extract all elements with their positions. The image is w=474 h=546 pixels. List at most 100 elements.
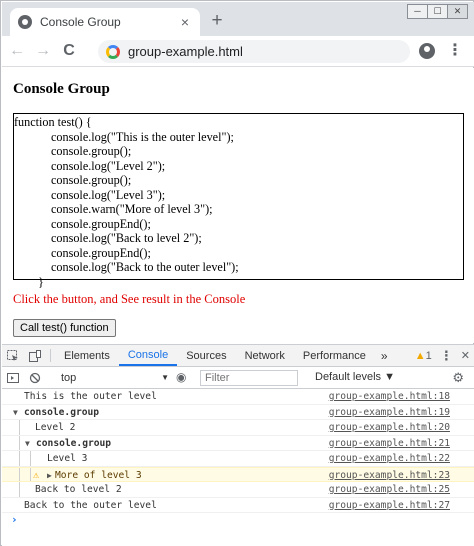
- group-indent-line: [19, 467, 20, 481]
- code-line: console.warn("More of level 3");: [51, 202, 213, 216]
- code-line: }: [38, 274, 44, 289]
- console-output: This is the outer level group-example.ht…: [2, 389, 474, 527]
- eye-icon[interactable]: ◉: [176, 370, 186, 384]
- clear-console-icon[interactable]: [24, 372, 46, 384]
- globe-icon: [18, 15, 32, 29]
- url-text: group-example.html: [128, 44, 243, 59]
- tab-close-icon[interactable]: ×: [178, 15, 192, 29]
- console-warning-message: More of level 3: [55, 469, 142, 481]
- tab-sources[interactable]: Sources: [177, 345, 235, 366]
- console-message: Back to the outer level: [24, 499, 157, 511]
- devtools-right-controls: ▲1 ⋮ ✕: [415, 345, 470, 366]
- forward-button[interactable]: →: [32, 40, 54, 62]
- console-message: This is the outer level: [24, 391, 157, 402]
- code-line: function test() {: [14, 115, 92, 129]
- console-row: Back to the outer level group-example.ht…: [2, 498, 474, 513]
- reload-button[interactable]: C: [58, 40, 80, 62]
- console-group-label: console.group: [24, 406, 100, 418]
- console-message: Level 2: [35, 422, 76, 433]
- filter-input[interactable]: [200, 370, 298, 386]
- console-filter-bar: top ▼ ◉ Default levels ▼ ⚙: [2, 367, 474, 389]
- group-indent-line: [30, 451, 31, 466]
- close-window-button[interactable]: ✕: [447, 4, 468, 19]
- expanded-triangle-icon[interactable]: ▼: [25, 436, 30, 451]
- console-row: Level 3 group-example.html:22: [2, 451, 474, 467]
- code-line: console.group();: [51, 173, 132, 187]
- tab-title: Console Group: [40, 15, 121, 29]
- log-levels-dropdown[interactable]: Default levels ▼: [315, 371, 395, 383]
- source-link[interactable]: group-example.html:25: [329, 482, 450, 497]
- code-line: console.log("Level 2");: [51, 158, 166, 173]
- console-row: Level 2 group-example.html:20: [2, 420, 474, 436]
- code-line: console.log("Back to level 2");: [51, 231, 202, 245]
- tab-strip: Console Group × + ─ ☐ ✕: [2, 2, 474, 36]
- warning-icon: ▲: [414, 349, 426, 362]
- google-icon: [106, 44, 120, 59]
- profile-icon[interactable]: [419, 43, 435, 59]
- source-link[interactable]: group-example.html:23: [329, 468, 450, 483]
- page-content: Console Group function test() { console.…: [2, 68, 474, 343]
- group-indent-line: [19, 451, 20, 466]
- expanded-triangle-icon[interactable]: ▼: [13, 405, 18, 420]
- devtools-close-icon[interactable]: ✕: [461, 349, 470, 362]
- warning-count: 1: [425, 349, 432, 362]
- console-message: Level 3: [47, 453, 88, 464]
- call-test-button[interactable]: Call test() function: [13, 319, 116, 337]
- console-group-row[interactable]: ▼ console.group group-example.html:21: [2, 435, 474, 451]
- console-message: Back to level 2: [35, 484, 122, 495]
- console-row: This is the outer level group-example.ht…: [2, 389, 474, 405]
- tab-network[interactable]: Network: [236, 345, 294, 366]
- tab-console-group[interactable]: Console Group ×: [10, 8, 200, 36]
- context-value: top: [61, 371, 77, 384]
- address-bar[interactable]: group-example.html: [98, 40, 410, 63]
- collapsed-triangle-icon[interactable]: ▶: [47, 468, 52, 483]
- sidebar-toggle-icon[interactable]: [2, 372, 24, 384]
- code-line: console.group();: [51, 144, 132, 158]
- more-tabs-icon[interactable]: »: [375, 345, 394, 366]
- page-title: Console Group: [13, 81, 110, 97]
- device-toolbar-icon[interactable]: [24, 345, 46, 366]
- devtools-tab-bar: Elements Console Sources Network Perform…: [2, 345, 474, 367]
- group-indent-line: [30, 467, 31, 481]
- code-line: console.groupEnd();: [51, 216, 151, 231]
- chevron-down-icon: ▼: [161, 373, 169, 382]
- console-prompt[interactable]: ›: [2, 513, 474, 527]
- divider: [50, 349, 51, 362]
- code-line: console.log("This is the outer level");: [51, 129, 234, 144]
- source-link[interactable]: group-example.html:19: [329, 405, 450, 420]
- console-group-row[interactable]: ▼ console.group group-example.html:19: [2, 405, 474, 420]
- new-tab-button[interactable]: +: [207, 11, 227, 31]
- warning-icon: ⚠: [33, 469, 40, 481]
- instruction-text: Click the button, and See result in the …: [13, 292, 246, 306]
- code-line: console.groupEnd();: [51, 245, 151, 260]
- back-button[interactable]: ←: [6, 40, 28, 62]
- devtools-menu-icon[interactable]: ⋮: [440, 348, 453, 364]
- group-indent-line: [19, 482, 20, 497]
- code-line: console.log("Level 3");: [51, 187, 166, 202]
- maximize-button[interactable]: ☐: [427, 4, 448, 19]
- minimize-button[interactable]: ─: [407, 4, 428, 19]
- group-indent-line: [19, 435, 20, 450]
- code-line: console.log("Back to the outer level");: [51, 260, 239, 274]
- browser-menu-icon[interactable]: ⋮: [447, 41, 463, 61]
- code-block: function test() { console.log("This is t…: [13, 113, 464, 289]
- warning-counter[interactable]: ▲1: [415, 350, 432, 362]
- browser-toolbar: ← → C group-example.html ⋮: [2, 36, 474, 67]
- gear-icon[interactable]: ⚙: [452, 370, 464, 386]
- tab-elements[interactable]: Elements: [55, 345, 119, 366]
- window-controls: ─ ☐ ✕: [407, 4, 468, 19]
- source-link[interactable]: group-example.html:22: [329, 451, 450, 466]
- source-link[interactable]: group-example.html:27: [329, 498, 450, 513]
- source-link[interactable]: group-example.html:21: [329, 436, 450, 451]
- source-link[interactable]: group-example.html:18: [329, 389, 450, 404]
- inspect-element-icon[interactable]: [2, 345, 24, 366]
- tab-console[interactable]: Console: [118, 345, 178, 366]
- console-warning-row[interactable]: ⚠ ▶ More of level 3 group-example.html:2…: [2, 466, 474, 483]
- context-selector[interactable]: top ▼: [61, 372, 169, 384]
- browser-window: Console Group × + ─ ☐ ✕ ← → C group-exam…: [0, 0, 474, 546]
- group-indent-line: [19, 420, 20, 435]
- source-link[interactable]: group-example.html:20: [329, 420, 450, 435]
- console-group-label: console.group: [36, 437, 112, 449]
- console-row: Back to level 2 group-example.html:25: [2, 482, 474, 498]
- tab-performance[interactable]: Performance: [294, 345, 375, 366]
